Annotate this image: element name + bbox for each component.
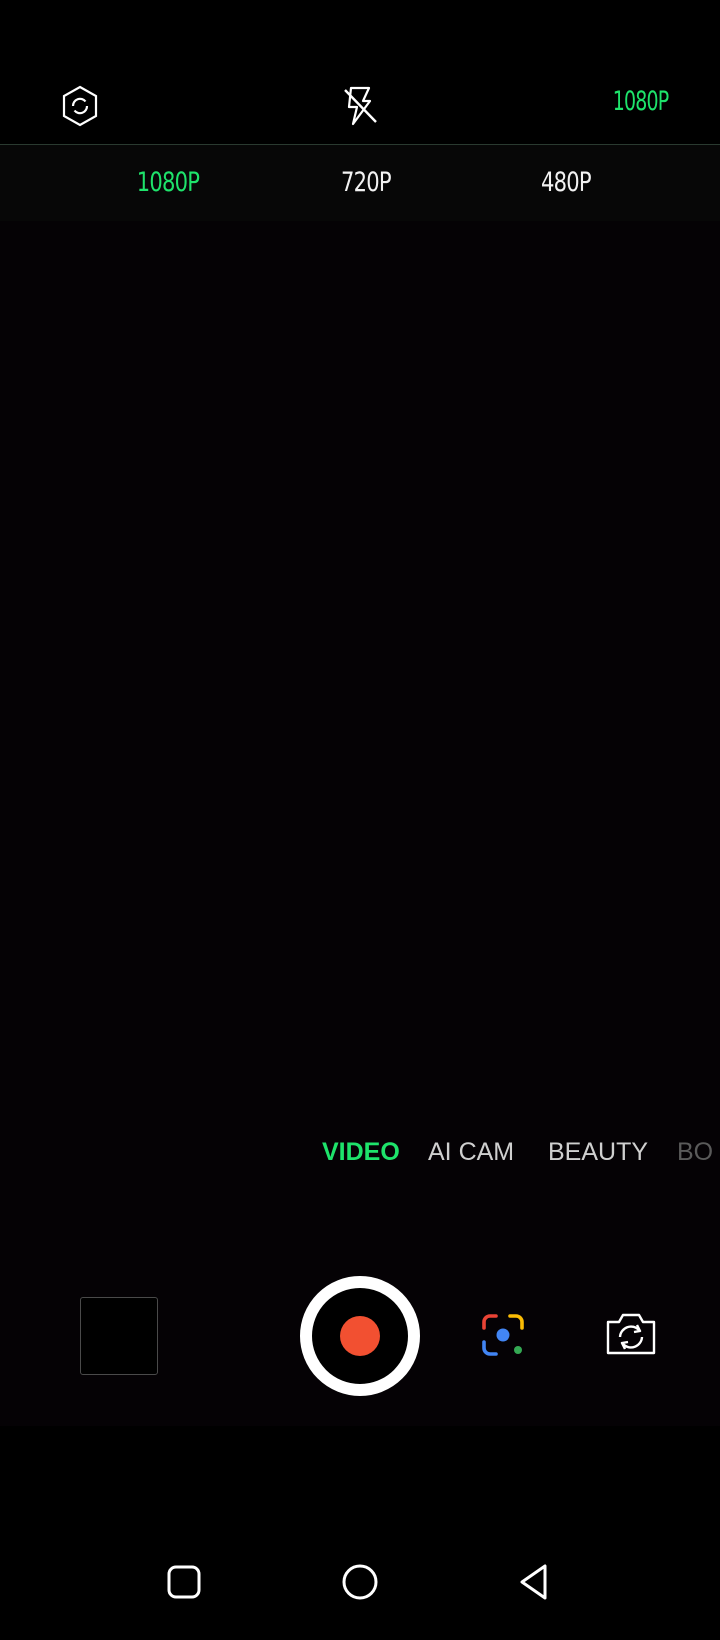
mode-ai-cam[interactable]: AI CAM — [428, 1138, 514, 1167]
system-nav-bar — [0, 1560, 720, 1620]
resolution-option-1080p[interactable]: 1080P — [137, 167, 200, 198]
record-button[interactable] — [300, 1276, 420, 1396]
mode-selector: VIDEO AI CAM BEAUTY BO — [0, 1134, 720, 1174]
mode-beauty[interactable]: BEAUTY — [548, 1138, 648, 1167]
flash-off-icon[interactable] — [338, 84, 382, 128]
camera-flip-icon[interactable] — [604, 1310, 658, 1358]
gallery-thumbnail[interactable] — [80, 1297, 158, 1375]
resolution-option-480p[interactable]: 480P — [541, 167, 592, 198]
home-circle-icon[interactable] — [338, 1560, 382, 1604]
hexagon-settings-icon[interactable] — [58, 84, 102, 128]
resolution-options-strip: 1080P 720P 480P — [0, 145, 720, 221]
camera-viewfinder[interactable] — [0, 221, 720, 1426]
current-resolution-label[interactable]: 1080P — [612, 86, 669, 117]
camera-screen: 1080P 1080P 720P 480P VIDEO AI CAM BEAUT… — [0, 0, 720, 1640]
google-lens-icon[interactable] — [478, 1310, 528, 1360]
recents-square-icon[interactable] — [162, 1560, 206, 1604]
back-triangle-icon[interactable] — [514, 1560, 558, 1604]
mode-bokeh-partial[interactable]: BO — [677, 1138, 713, 1167]
record-icon — [340, 1316, 380, 1356]
resolution-option-720p[interactable]: 720P — [341, 167, 392, 198]
mode-video[interactable]: VIDEO — [322, 1138, 400, 1167]
